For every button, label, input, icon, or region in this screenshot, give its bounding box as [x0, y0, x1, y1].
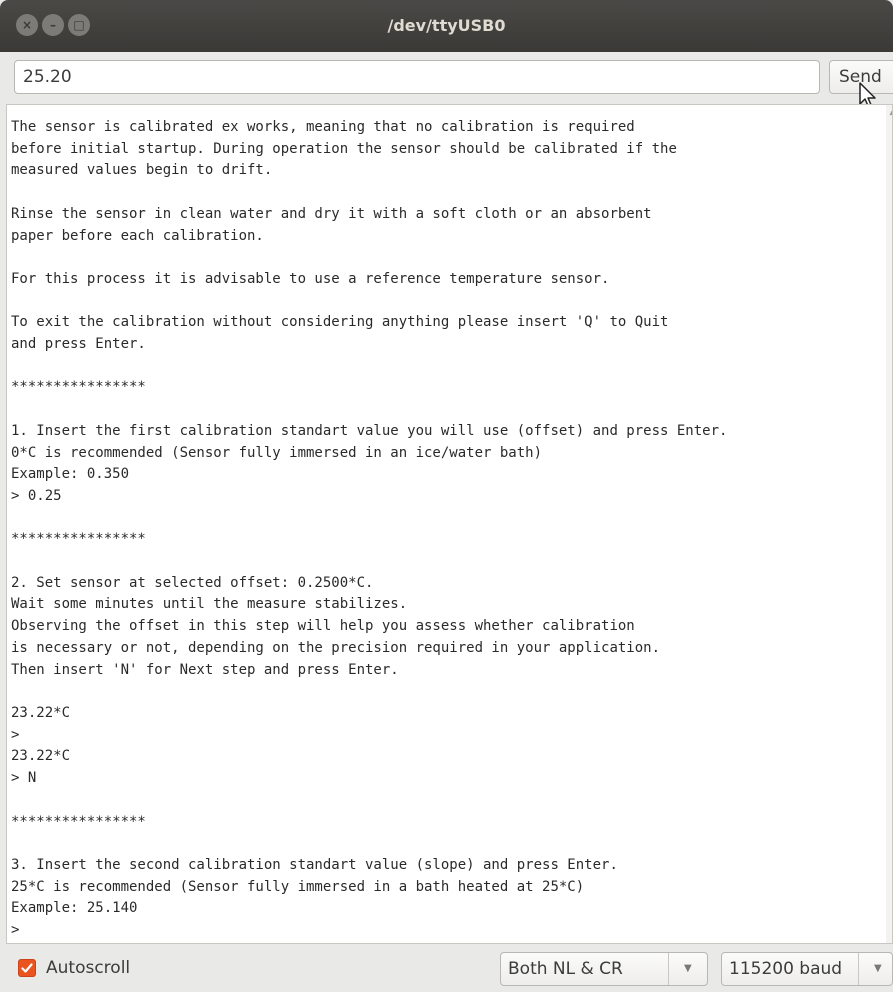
bottom-bar: Autoscroll Both NL & CR ▼ 115200 baud ▼ [0, 944, 893, 992]
baud-rate-select[interactable]: 115200 baud ▼ [721, 952, 893, 986]
serial-monitor-window: × – □ /dev/ttyUSB0 Send The sensor is ca… [0, 0, 893, 992]
chevron-up-icon[interactable]: ▲ [888, 107, 892, 117]
select-divider [858, 953, 859, 985]
vertical-scrollbar[interactable]: ▲ [886, 105, 892, 943]
send-row: Send [0, 52, 893, 102]
chevron-down-icon: ▼ [874, 963, 882, 974]
serial-output[interactable]: The sensor is calibrated ex works, meani… [6, 104, 893, 944]
autoscroll-label[interactable]: Autoscroll [46, 956, 130, 980]
serial-input[interactable] [14, 60, 820, 94]
title-bar: × – □ /dev/ttyUSB0 [0, 0, 893, 52]
chevron-down-icon: ▼ [684, 963, 692, 974]
line-ending-select[interactable]: Both NL & CR ▼ [500, 952, 708, 986]
baud-rate-value: 115200 baud [729, 959, 843, 979]
select-divider [668, 953, 669, 985]
line-ending-value: Both NL & CR [508, 959, 623, 979]
autoscroll-checkbox[interactable] [18, 959, 36, 977]
window-title: /dev/ttyUSB0 [387, 16, 506, 35]
checkmark-icon [21, 963, 33, 973]
serial-output-text: The sensor is calibrated ex works, meani… [11, 119, 728, 939]
